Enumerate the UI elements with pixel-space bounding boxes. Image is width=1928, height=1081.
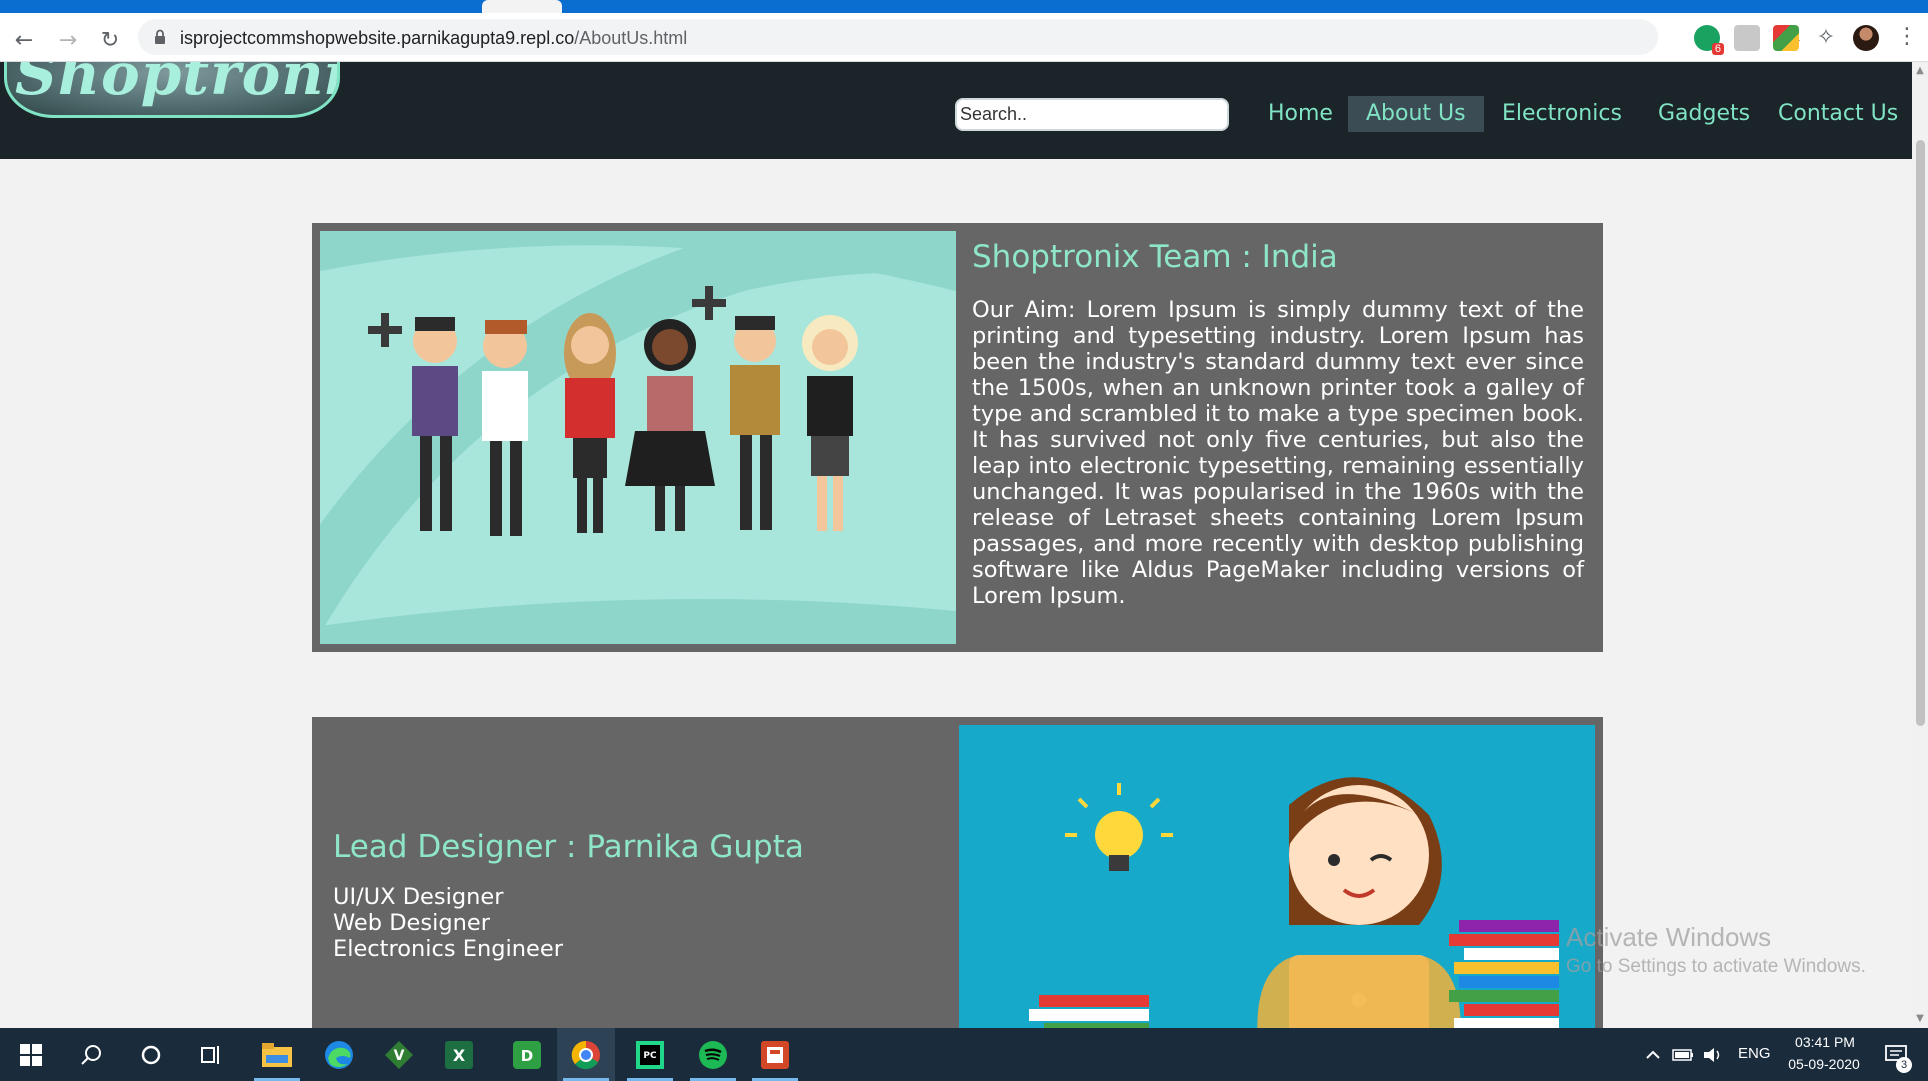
- tab-strip: [0, 0, 1928, 13]
- browser-menu-icon[interactable]: ⋮: [1896, 23, 1918, 51]
- cortana-icon[interactable]: [122, 1028, 180, 1081]
- page-scrollbar[interactable]: ▲ ▼: [1912, 62, 1928, 1028]
- url-text[interactable]: isprojectcommshopwebsite.parnikagupta9.r…: [180, 28, 687, 49]
- lock-icon: [155, 29, 165, 44]
- browser-toolbar: ← → ↻ isprojectcommshopwebsite.parnikagu…: [0, 13, 1928, 62]
- windows-taskbar: V X D PC ENG 03:41 PM 05-09-2020 3: [0, 1028, 1928, 1081]
- color-extension-icon[interactable]: [1773, 25, 1799, 51]
- main-content: Shoptronix Team : India Our Aim: Lorem I…: [0, 159, 1912, 1028]
- excel-icon[interactable]: X: [430, 1028, 488, 1081]
- url-host: isprojectcommshopwebsite.parnikagupta9.r…: [180, 28, 575, 48]
- volume-icon[interactable]: [1700, 1028, 1726, 1081]
- svg-text:D: D: [521, 1047, 533, 1065]
- extension-icon[interactable]: [1734, 25, 1760, 51]
- designer-illustration-graphic: [959, 725, 1595, 1028]
- designer-roles: UI/UX Designer Web Designer Electronics …: [333, 884, 893, 962]
- nav-contact-us[interactable]: Contact Us: [1760, 96, 1916, 132]
- pycharm-icon[interactable]: PC: [621, 1028, 679, 1081]
- role-item: Web Designer: [333, 910, 490, 936]
- language-indicator[interactable]: ENG: [1738, 1045, 1771, 1062]
- team-card-title: Shoptronix Team : India: [972, 239, 1338, 275]
- designer-illustration: [959, 725, 1595, 1028]
- active-tab[interactable]: [482, 0, 562, 13]
- team-card: Shoptronix Team : India Our Aim: Lorem I…: [312, 223, 1603, 652]
- extension-badge: 6: [1711, 43, 1724, 55]
- nav-about-us[interactable]: About Us: [1348, 96, 1484, 132]
- file-explorer-icon[interactable]: [248, 1028, 306, 1081]
- notification-center-icon[interactable]: 3: [1878, 1028, 1914, 1081]
- battery-icon[interactable]: [1670, 1028, 1696, 1081]
- chrome-icon[interactable]: [557, 1028, 615, 1081]
- grammarly-extension-icon[interactable]: 6: [1694, 25, 1724, 55]
- back-icon[interactable]: ←: [10, 26, 38, 54]
- activate-windows-title: Activate Windows: [1566, 922, 1772, 952]
- team-illustration-graphic: [320, 231, 956, 644]
- show-hidden-icons-chevron-icon[interactable]: [1641, 1028, 1665, 1081]
- svg-text:X: X: [453, 1046, 466, 1065]
- role-item: Electronics Engineer: [333, 936, 563, 962]
- d-app-icon[interactable]: D: [498, 1028, 556, 1081]
- vim-editor-icon[interactable]: V: [370, 1028, 428, 1081]
- scroll-down-arrow-icon[interactable]: ▼: [1915, 1014, 1925, 1024]
- spotify-icon[interactable]: [684, 1028, 742, 1081]
- team-illustration: [320, 231, 956, 644]
- nav-gadgets[interactable]: Gadgets: [1640, 96, 1768, 132]
- edge-browser-icon[interactable]: [310, 1028, 368, 1081]
- nav-electronics[interactable]: Electronics: [1484, 96, 1640, 132]
- powerpoint-icon[interactable]: [746, 1028, 804, 1081]
- designer-card-title: Lead Designer : Parnika Gupta: [333, 829, 804, 865]
- clock-time[interactable]: 03:41 PM: [1790, 1034, 1860, 1050]
- scroll-thumb[interactable]: [1916, 140, 1925, 726]
- profile-avatar[interactable]: [1853, 25, 1879, 51]
- forward-icon[interactable]: →: [54, 26, 82, 54]
- search-icon[interactable]: [62, 1028, 120, 1081]
- scroll-up-arrow-icon[interactable]: ▲: [1915, 66, 1925, 76]
- team-card-text: Our Aim: Lorem Ipsum is simply dummy tex…: [972, 297, 1584, 609]
- search-input[interactable]: [955, 98, 1229, 131]
- puzzle-extensions-icon[interactable]: ✧: [1813, 25, 1839, 51]
- site-header: Shoptronix Home About Us Electronics Gad…: [0, 62, 1912, 159]
- windows-start-icon[interactable]: [2, 1028, 60, 1081]
- svg-text:PC: PC: [643, 1051, 657, 1061]
- reload-icon[interactable]: ↻: [96, 26, 124, 54]
- site-logo[interactable]: Shoptronix: [4, 62, 340, 118]
- role-item: UI/UX Designer: [333, 884, 504, 910]
- address-bar[interactable]: isprojectcommshopwebsite.parnikagupta9.r…: [138, 19, 1802, 56]
- clock-date[interactable]: 05-09-2020: [1784, 1056, 1864, 1072]
- svg-text:V: V: [394, 1048, 405, 1064]
- notification-count-badge: 3: [1896, 1057, 1912, 1073]
- designer-card: Lead Designer : Parnika Gupta UI/UX Desi…: [312, 717, 1603, 1028]
- logo-text: Shoptronix: [15, 62, 337, 108]
- nav-home[interactable]: Home: [1250, 96, 1351, 132]
- activate-windows-subtitle: Go to Settings to activate Windows.: [1566, 956, 1866, 977]
- url-path: /AboutUs.html: [574, 28, 688, 48]
- task-view-icon[interactable]: [182, 1028, 240, 1081]
